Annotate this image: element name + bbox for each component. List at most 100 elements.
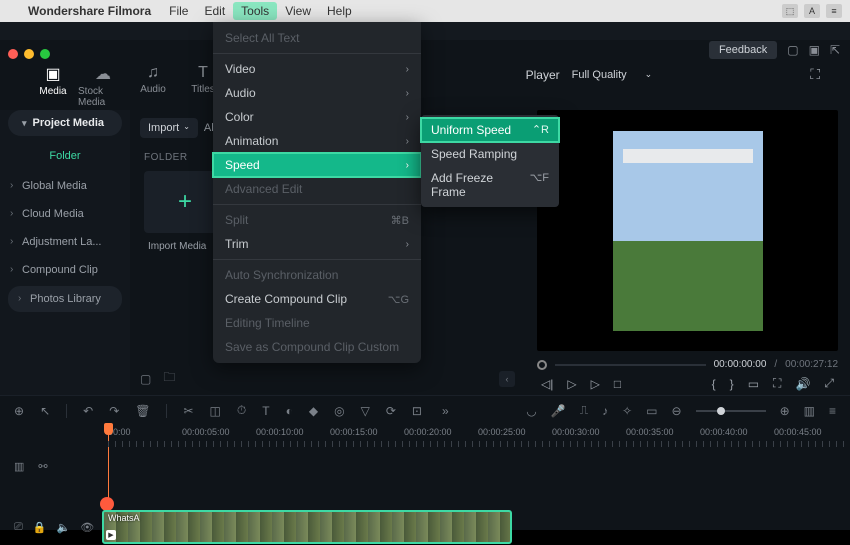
undo-icon[interactable]: ↶ (83, 404, 93, 418)
pointer-tool-icon[interactable]: ⊕ (14, 404, 24, 418)
zoom-out-icon[interactable]: ⊖ (672, 404, 682, 418)
color-icon[interactable]: ◐ (286, 404, 293, 418)
sidebar-item-adjustment-layer[interactable]: Adjustment La... (0, 228, 130, 256)
timeline-clip[interactable]: WhatsA ▶ (102, 510, 512, 544)
snapshot-icon[interactable]: ⛶ (810, 66, 820, 83)
menu-speed[interactable]: Speed› (213, 153, 421, 177)
minimize-window-icon[interactable] (24, 49, 34, 59)
menubar-a-badge[interactable]: A (804, 4, 820, 18)
import-button[interactable]: Import⌄ (140, 118, 198, 138)
snapshot-small-icon[interactable]: ⛶ (773, 376, 781, 391)
player-panel: 00:00:00:00 / 00:00:27:12 ◁| ▷ ▷ □ { } ▭… (525, 110, 850, 395)
mute-icon[interactable]: 🔈 (57, 521, 71, 534)
menu-file[interactable]: File (161, 2, 196, 20)
bin-icon[interactable]: ▢ (140, 372, 151, 386)
display-icon[interactable]: ▢ (787, 43, 798, 57)
tab-audio[interactable]: ♫Audio (128, 60, 178, 95)
menu-trim[interactable]: Trim› (213, 232, 421, 256)
timeline-toolbar: ⊕ ↖ ↶ ↷ 🗑 ✂ ◫ ⏱ T ◐ ◆ ◎ ▽ ⟳ ⊡ » ◡ 🎤 ⎍ ♪ … (0, 395, 850, 425)
project-media-header[interactable]: Project Media (8, 110, 122, 136)
menu-view[interactable]: View (277, 2, 319, 20)
keyframe-icon[interactable]: ◆ (309, 404, 318, 418)
window-traffic-lights[interactable] (8, 49, 50, 59)
app-name: Wondershare Filmora (28, 4, 151, 18)
current-time: 00:00:00:00 (714, 359, 767, 370)
folder-icon[interactable]: 🗀 (163, 368, 175, 389)
submenu-add-freeze-frame[interactable]: Add Freeze Frame⌥F (421, 166, 559, 204)
menubar-extra-icon[interactable]: ⬚ (782, 4, 798, 18)
menu-save-compound-custom: Save as Compound Clip Custom (213, 335, 421, 359)
volume-icon[interactable]: 🔊 (795, 377, 810, 391)
mask-icon[interactable]: ◎ (334, 404, 344, 418)
progress-track[interactable] (555, 364, 706, 366)
playhead-marker-icon[interactable] (537, 360, 547, 370)
redo-icon[interactable]: ↷ (109, 404, 119, 418)
submenu-speed-ramping[interactable]: Speed Ramping (421, 142, 559, 166)
preview-viewport[interactable] (537, 110, 838, 351)
quality-select[interactable]: Full Quality⌄ (572, 69, 653, 81)
snap-icon[interactable]: ⊡ (412, 404, 422, 418)
zoom-in-icon[interactable]: ⊕ (780, 404, 790, 418)
sidebar-item-global-media[interactable]: Global Media (0, 172, 130, 200)
crop-icon[interactable]: ◫ (210, 404, 221, 418)
menu-video[interactable]: Video› (213, 57, 421, 81)
chevron-right-icon: › (406, 112, 409, 123)
marker-add-icon[interactable]: ◡ (526, 404, 536, 418)
menu-create-compound[interactable]: Create Compound Clip⌥G (213, 287, 421, 311)
marker-icon[interactable]: ▽ (361, 404, 370, 418)
stop-icon[interactable]: □ (614, 377, 621, 391)
collapse-icon[interactable]: ‹ (499, 371, 515, 387)
visible-icon[interactable]: 👁 (80, 521, 94, 534)
menu-animation[interactable]: Animation› (213, 129, 421, 153)
mark-in-icon[interactable]: { (712, 377, 716, 391)
menu-edit[interactable]: Edit (196, 2, 233, 20)
menu-tools[interactable]: Tools (233, 2, 277, 20)
submenu-uniform-speed[interactable]: Uniform Speed⌃R (421, 118, 559, 142)
zoom-slider[interactable] (696, 410, 766, 412)
feedback-button[interactable]: Feedback (709, 41, 777, 59)
beat-icon[interactable]: ✧ (622, 404, 632, 418)
menu-help[interactable]: Help (319, 2, 360, 20)
time-ruler[interactable]: 00:00 00:00:05:00 00:00:10:00 00:00:15:0… (0, 425, 850, 451)
audio-sync-icon[interactable]: ♪ (602, 404, 608, 418)
media-icon: ▣ (45, 64, 60, 84)
render-preview-icon[interactable]: ▭ (646, 404, 657, 418)
zoom-window-icon[interactable] (40, 49, 50, 59)
next-frame-icon[interactable]: ▷ (591, 377, 600, 391)
fit-icon[interactable]: ▥ (804, 404, 815, 418)
prev-frame-icon[interactable]: ◁| (541, 377, 553, 391)
sidebar-item-cloud-media[interactable]: Cloud Media (0, 200, 130, 228)
crop-tool-icon[interactable]: ▭ (748, 377, 759, 391)
menu-audio[interactable]: Audio› (213, 81, 421, 105)
plus-icon: + (178, 188, 192, 216)
select-tool-icon[interactable]: ↖ (40, 404, 50, 418)
menu-color[interactable]: Color› (213, 105, 421, 129)
mixer-icon[interactable]: ⎍ (580, 403, 588, 418)
save-icon[interactable]: ▣ (809, 43, 820, 57)
link-icon[interactable]: ⚯ (38, 460, 47, 473)
fullscreen-icon[interactable]: ⤢ (824, 376, 834, 391)
tab-stock-media[interactable]: ☁Stock Media (78, 60, 128, 108)
lock-icon[interactable]: 🔒 (33, 521, 47, 534)
folder-label[interactable]: Folder (0, 144, 130, 172)
track-settings-icon[interactable]: ⎚ (14, 521, 23, 534)
sidebar-item-photos-library[interactable]: Photos Library (8, 286, 122, 312)
sidebar-item-compound-clip[interactable]: Compound Clip (0, 256, 130, 284)
tab-media[interactable]: ▣Media (28, 60, 78, 97)
more-tools-icon[interactable]: » (442, 404, 449, 418)
track-manage-icon[interactable]: ▥ (14, 460, 24, 473)
menubar-control-icon[interactable]: ≡ (826, 4, 842, 18)
export-icon[interactable]: ⇱ (830, 43, 840, 57)
mark-out-icon[interactable]: } (730, 377, 734, 391)
delete-icon[interactable]: 🗑 (135, 404, 150, 418)
split-icon[interactable]: ✂ (183, 404, 193, 418)
close-window-icon[interactable] (8, 49, 18, 59)
speed-icon[interactable]: ⏱ (237, 403, 246, 418)
text-icon[interactable]: T (262, 404, 269, 418)
chevron-right-icon: › (406, 136, 409, 147)
settings-icon[interactable]: ≡ (829, 404, 836, 418)
play-icon[interactable]: ▷ (567, 377, 576, 391)
track-handle[interactable] (100, 497, 114, 511)
mic-icon[interactable]: 🎤 (551, 404, 566, 418)
render-icon[interactable]: ⟳ (386, 404, 396, 418)
